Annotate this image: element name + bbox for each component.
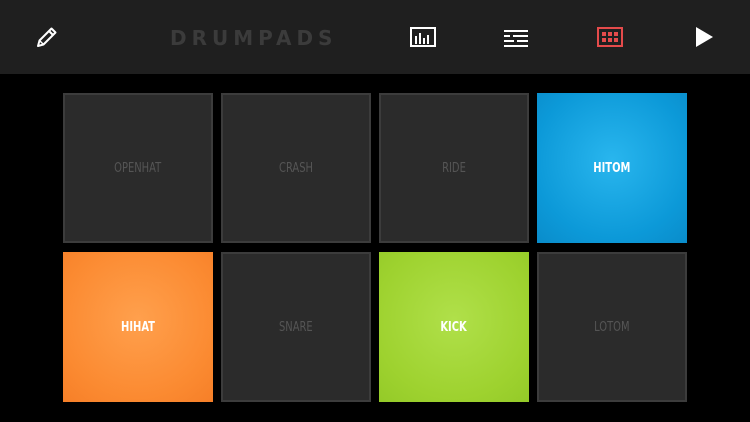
pad-ride[interactable]: RIDE xyxy=(379,93,529,243)
pad-label: SNARE xyxy=(279,319,313,335)
pad-label: LOTOM xyxy=(594,319,630,335)
pad-kick[interactable]: KICK xyxy=(379,252,529,402)
mixer-icon[interactable] xyxy=(408,22,438,52)
pads-grid-icon[interactable] xyxy=(595,22,625,52)
pencil-icon[interactable] xyxy=(32,22,62,52)
pad-label: OPENHAT xyxy=(114,160,162,176)
pad-crash[interactable]: CRASH xyxy=(221,93,371,243)
pad-hihat[interactable]: HIHAT xyxy=(63,252,213,402)
pad-label: CRASH xyxy=(279,160,313,176)
pad-openhat[interactable]: OPENHAT xyxy=(63,93,213,243)
pad-label: HITOM xyxy=(593,160,631,176)
pad-label: RIDE xyxy=(442,160,466,176)
app-title: DRUMPADS xyxy=(170,26,338,50)
drum-pad-grid: OPENHAT CRASH RIDE HITOM HIHAT SNARE KIC… xyxy=(63,93,687,402)
pad-snare[interactable]: SNARE xyxy=(221,252,371,402)
pad-lotom[interactable]: LOTOM xyxy=(537,252,687,402)
sequencer-icon[interactable] xyxy=(501,22,531,52)
drumpads-app: DRUMPADS OPENHAT CRASH RIDE HITOM HIHAT … xyxy=(0,0,750,422)
pad-label: KICK xyxy=(440,319,468,335)
play-icon[interactable] xyxy=(689,22,719,52)
top-toolbar: DRUMPADS xyxy=(0,0,750,74)
pad-hitom[interactable]: HITOM xyxy=(537,93,687,243)
pad-label: HIHAT xyxy=(121,319,155,335)
